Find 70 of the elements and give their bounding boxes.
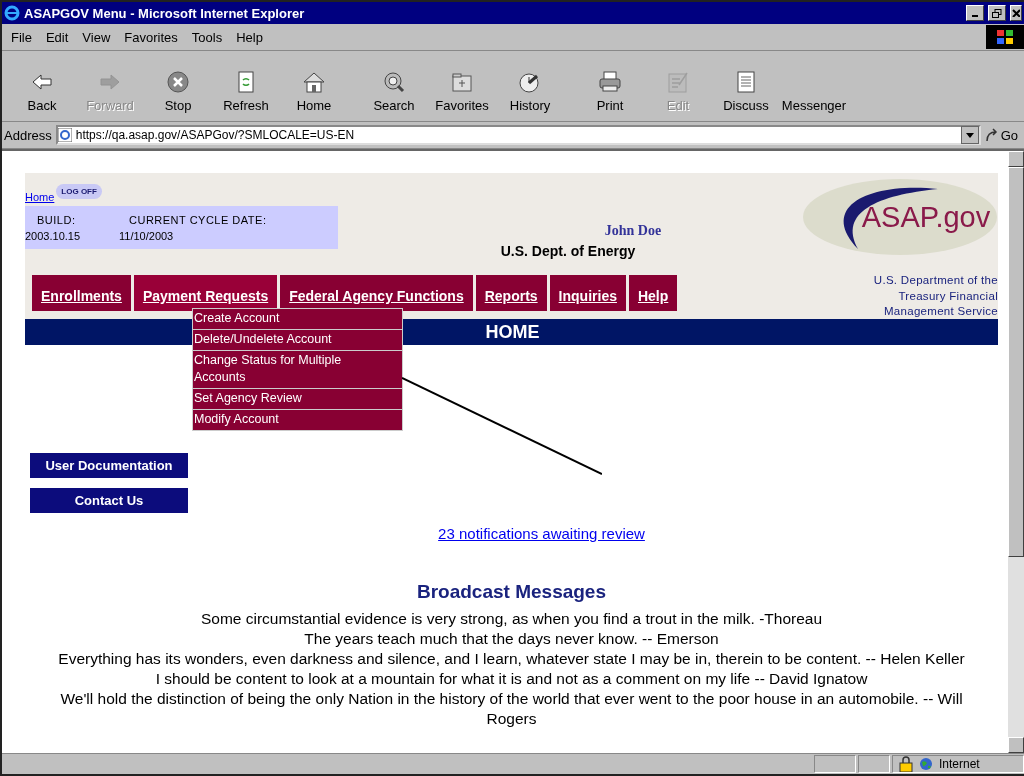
- toolbar-button[interactable]: Discuss: [712, 70, 780, 113]
- toolbar-button[interactable]: History: [496, 70, 564, 113]
- build-value: 2003.10.15: [25, 229, 82, 242]
- folder-icon: [449, 70, 475, 94]
- broadcast-message: The years teach much that the days never know. -- Emerson: [303, 629, 720, 649]
- treasury-caption: U.S. Department of the Treasury Financial Management Service: [872, 273, 998, 319]
- dropdown-item[interactable]: Delete/Undelete Account: [193, 330, 402, 351]
- minimize-button[interactable]: [966, 5, 984, 21]
- nav-menu-item[interactable]: Help: [628, 275, 678, 311]
- dropdown-button[interactable]: [960, 126, 979, 144]
- address-label: Address: [4, 127, 52, 143]
- menu-item[interactable]: Edit: [38, 27, 76, 47]
- menu-item[interactable]: File: [4, 27, 39, 47]
- toolbar-button[interactable]: Favorites: [428, 70, 496, 113]
- broadcast-message: We'll hold the distinction of being the only Nation in the history of the world that ever went to the poor house in an automobile. -- Will Rogers: [59, 689, 964, 729]
- toolbar-button[interactable]: Refresh: [212, 70, 280, 113]
- dropdown-item[interactable]: Change Status for Multiple Accounts: [193, 351, 402, 389]
- dropdown-item[interactable]: Set Agency Review: [193, 389, 402, 410]
- toolbar-button[interactable]: Back: [8, 70, 76, 113]
- stop-icon: [165, 70, 191, 94]
- windows-logo-icon: [986, 25, 1024, 49]
- broadcast-heading: Broadcast Messages: [415, 581, 607, 603]
- arrow-icon: [984, 128, 999, 142]
- menu-item[interactable]: Tools: [184, 27, 230, 47]
- address-field[interactable]: https://qa.asap.gov/ASAPGov/?SMLOCALE=US-EN: [55, 125, 981, 145]
- dropdown-item[interactable]: Create Account: [193, 309, 402, 330]
- toolbar-button[interactable]: Print: [576, 70, 644, 113]
- side-button[interactable]: Contact Us: [30, 488, 188, 513]
- side-button[interactable]: User Documentation: [30, 453, 188, 478]
- menu-item[interactable]: Favorites: [117, 27, 185, 47]
- cycle-date-value: 11/10/2003: [119, 229, 175, 242]
- search-icon: [381, 70, 407, 94]
- toolbar-button[interactable]: Stop: [144, 70, 212, 113]
- broadcast-message: I should be content to look at a mountain for what it is and not as a comment on my life -- David Ignatow: [154, 669, 869, 689]
- lock-icon: [899, 756, 913, 772]
- cycle-date-label: CURRENT CYCLE DATE:: [128, 213, 268, 226]
- close-icon: [1012, 9, 1020, 17]
- user-name: John Doe: [604, 223, 662, 239]
- caret-icon: [965, 132, 974, 138]
- menu-item[interactable]: View: [75, 27, 118, 47]
- edit-page-icon: [665, 70, 691, 94]
- window-title: ASAPGOV Menu - Microsoft Internet Explorer: [24, 5, 306, 21]
- scrollbar[interactable]: [1008, 151, 1024, 753]
- toolbar-button[interactable]: Search: [360, 70, 428, 113]
- toolbar-button[interactable]: Home: [280, 70, 348, 113]
- agency-name: U.S. Dept. of Energy: [500, 243, 636, 259]
- nav-menu-item[interactable]: Payment Requests: [133, 275, 278, 311]
- menu-item[interactable]: Help: [229, 27, 270, 47]
- log-off-button[interactable]: LOG OFF: [56, 184, 102, 199]
- printer-icon: [597, 70, 623, 94]
- toolbar-button[interactable]: Messenger: [780, 70, 848, 113]
- nav-menu-item[interactable]: Reports: [475, 275, 547, 311]
- browser-logo-icon: [4, 5, 20, 21]
- build-label: BUILD:: [36, 213, 77, 226]
- broadcast-message: Everything has its wonders, even darkness and silence, and I learn, whatever state I may be in, therein to be content. -- Helen Keller: [57, 649, 966, 669]
- nav-menu-item[interactable]: Inquiries: [549, 275, 626, 311]
- close-button[interactable]: [1010, 5, 1022, 21]
- dropdown-item[interactable]: Modify Account: [193, 410, 402, 430]
- notifications-link[interactable]: 23 notifications awaiting review: [438, 525, 645, 542]
- security-zone-panel: Internet: [892, 755, 1024, 773]
- go-button[interactable]: Go: [984, 127, 1022, 143]
- restore-icon: [992, 8, 1002, 18]
- page-icon: [57, 128, 72, 142]
- home-link[interactable]: Home: [25, 191, 55, 203]
- globe-icon: [919, 757, 933, 771]
- broadcast-message: Some circumstantial evidence is very strong, as when you find a trout in the milk. -Thoreau: [199, 609, 824, 629]
- home-icon: [301, 70, 327, 94]
- nav-menu-item[interactable]: Federal Agency Functions: [280, 275, 473, 311]
- restore-button[interactable]: [988, 5, 1006, 21]
- nav-menu-item[interactable]: Enrollments: [32, 275, 131, 311]
